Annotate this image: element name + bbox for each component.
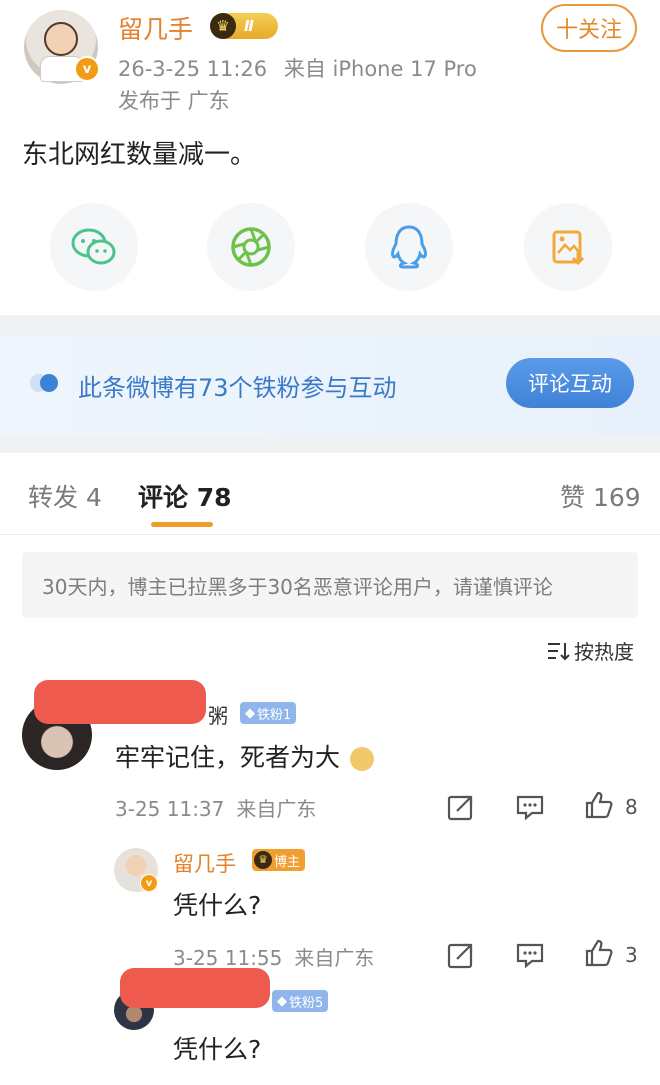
save-image-button[interactable] (524, 203, 612, 291)
divider (0, 534, 660, 535)
diamond-icon: ◆ (277, 993, 287, 1009)
reply-text: 凭什么? (173, 891, 262, 920)
active-tab-indicator (151, 522, 213, 527)
commenter-name-fragment[interactable]: 粥 (208, 700, 228, 729)
crown-icon: ♛ (254, 851, 272, 869)
comment-icon[interactable] (515, 940, 545, 970)
comment-interact-button[interactable]: 评论互动 (506, 358, 634, 408)
post-location: 发布于 广东 (118, 89, 230, 113)
share-moments-button[interactable] (207, 203, 295, 291)
post-meta: 26-3-25 11:26 来自 iPhone 17 Pro (118, 53, 477, 83)
like-count: 3 (625, 943, 638, 967)
diamond-icon: ◆ (245, 705, 255, 721)
repost-icon[interactable] (446, 792, 476, 822)
host-name[interactable]: 留几手 (173, 848, 236, 878)
like-count: 8 (625, 795, 638, 819)
like-icon[interactable] (584, 790, 614, 820)
follow-button[interactable]: 十关注 (541, 4, 637, 52)
tab-repost[interactable]: 转发 4 (28, 478, 102, 514)
save-image-icon (552, 230, 585, 266)
post-time: 26-3-25 11:26 (118, 57, 268, 81)
comment-text: 牢牢记住，死者为大 (115, 738, 374, 774)
sort-label: 按热度 (574, 640, 634, 664)
author-name[interactable]: 留几手 (118, 10, 193, 46)
share-wechat-button[interactable] (50, 203, 138, 291)
redacted-username (120, 968, 270, 1008)
verified-badge: v (74, 56, 100, 82)
repost-icon[interactable] (446, 940, 476, 970)
member-level-badge: ♛ Ⅱ (210, 13, 278, 39)
post-text: 东北网红数量减一。 (22, 140, 257, 170)
crown-icon: ♛ (210, 13, 236, 39)
tab-comment[interactable]: 评论 78 (138, 478, 232, 514)
moments-icon (231, 227, 271, 267)
reply-meta: 3-25 11:55 来自广东 (173, 946, 375, 970)
iron-fan-badge: ◆ 铁粉1 (240, 702, 297, 724)
qq-icon (391, 225, 427, 269)
share-qq-button[interactable] (365, 203, 453, 291)
banner-text: 此条微博有73个铁粉参与互动 (78, 374, 397, 402)
sort-icon (548, 642, 570, 660)
comment-meta: 3-25 11:37 来自广东 (115, 797, 317, 821)
wechat-icon (71, 228, 116, 265)
iron-fan-badge: ◆ 铁粉5 (272, 990, 329, 1012)
section-gap (0, 315, 660, 335)
sort-button[interactable]: 按热度 (546, 636, 634, 665)
host-badge: ♛ 博主 (252, 849, 306, 871)
dog-emoji-icon (349, 747, 374, 771)
redacted-username (34, 680, 206, 724)
verified-badge: v (140, 874, 158, 892)
tab-like[interactable]: 赞 169 (560, 478, 641, 514)
like-icon[interactable] (584, 938, 614, 968)
section-gap (0, 435, 660, 453)
comment-notice: 30天内，博主已拉黑多于30名恶意评论用户，请谨慎评论 (22, 552, 638, 618)
reply-text: 凭什么? (173, 1035, 262, 1064)
comment-icon[interactable] (515, 792, 545, 822)
post-source: 来自 iPhone 17 Pro (283, 57, 477, 81)
fan-interaction-icon (30, 374, 58, 392)
